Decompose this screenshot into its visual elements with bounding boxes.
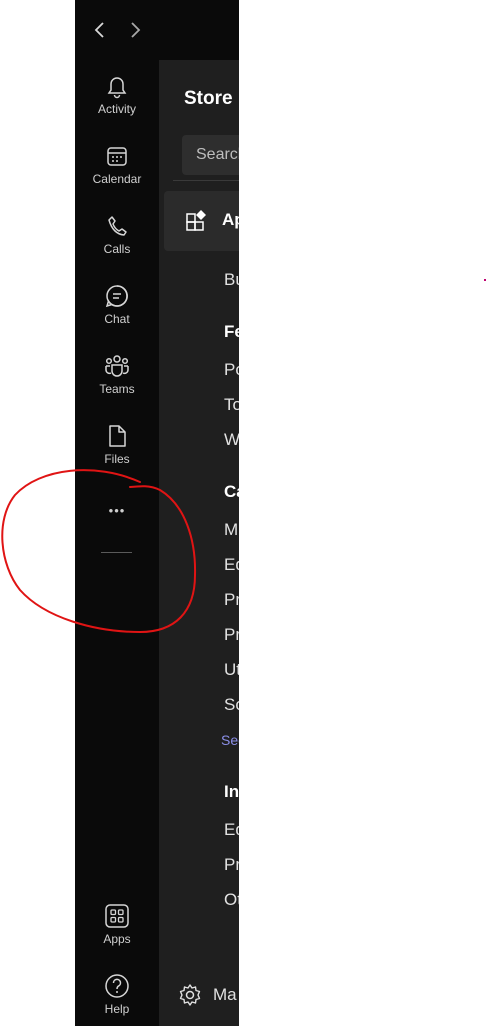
rail-label: Calendar xyxy=(92,172,142,186)
nav-item-label: Ap xyxy=(222,210,239,229)
list-item[interactable]: Po xyxy=(224,360,239,380)
bell-icon xyxy=(107,77,127,99)
store-panel: Store Search Ap Bu Fe Po To W Ca M Ed Pr… xyxy=(159,60,239,1026)
rail-item-teams[interactable]: Teams xyxy=(75,352,159,412)
rail-label: Apps xyxy=(103,932,131,946)
section-heading: In xyxy=(224,782,239,801)
rail-label: Teams xyxy=(99,382,135,396)
rail-label: Activity xyxy=(97,102,136,116)
section-heading: Fe xyxy=(224,322,239,341)
title-bar xyxy=(75,0,239,60)
rail-item-help[interactable]: Help xyxy=(75,972,159,1032)
list-item[interactable]: Ed xyxy=(224,820,239,840)
rail-item-chat[interactable]: Chat xyxy=(75,282,159,342)
rail-label: Help xyxy=(104,1002,130,1016)
app-rail: Activity Calendar Calls Chat Teams Files… xyxy=(75,60,159,1026)
rail-label: Chat xyxy=(104,312,130,326)
search-placeholder: Search xyxy=(196,146,239,163)
rail-label: Files xyxy=(104,452,130,466)
teams-icon xyxy=(105,355,129,377)
list-item[interactable]: M xyxy=(224,520,238,540)
apps-add-icon xyxy=(186,210,206,231)
rail-item-files[interactable]: Files xyxy=(75,422,159,482)
list-item[interactable]: Ut xyxy=(224,660,239,680)
list-item[interactable]: Pr xyxy=(224,855,239,875)
list-item[interactable]: Bu xyxy=(224,270,239,290)
manage-label: Ma xyxy=(213,985,237,1004)
annotation-circle xyxy=(1,469,197,634)
section-heading: Ca xyxy=(224,482,239,501)
back-button[interactable] xyxy=(89,18,111,42)
list-item[interactable]: W xyxy=(224,430,239,450)
file-icon xyxy=(109,425,126,447)
phone-icon xyxy=(108,216,127,236)
list-item[interactable]: To xyxy=(224,395,239,415)
more-apps-button[interactable]: ••• xyxy=(75,503,159,527)
nav-item-apps[interactable]: Ap xyxy=(164,191,239,251)
gear-icon xyxy=(179,984,201,1006)
divider xyxy=(173,180,239,181)
more-icon: ••• xyxy=(108,503,126,518)
see-more-link[interactable]: See xyxy=(221,732,239,748)
rail-item-activity[interactable]: Activity xyxy=(75,72,159,132)
page-title: Store xyxy=(184,88,233,109)
apps-icon xyxy=(105,904,129,928)
chat-icon xyxy=(105,285,128,308)
rail-item-calls[interactable]: Calls xyxy=(75,212,159,272)
rail-item-apps[interactable]: Apps xyxy=(75,902,159,962)
list-item[interactable]: Pr xyxy=(224,590,239,610)
rail-label: Calls xyxy=(103,242,131,256)
list-item[interactable]: Pr xyxy=(224,625,239,645)
rail-item-calendar[interactable]: Calendar xyxy=(75,142,159,202)
rail-divider xyxy=(101,552,132,553)
list-item[interactable]: Ed xyxy=(224,555,239,575)
chevron-left-icon xyxy=(94,22,104,38)
forward-button[interactable] xyxy=(124,18,146,42)
list-item[interactable]: Ot xyxy=(224,890,239,910)
chevron-right-icon xyxy=(131,22,141,38)
calendar-icon xyxy=(107,147,127,166)
list-item[interactable]: So xyxy=(224,695,239,715)
search-input[interactable]: Search xyxy=(182,135,239,175)
help-icon xyxy=(105,974,129,998)
